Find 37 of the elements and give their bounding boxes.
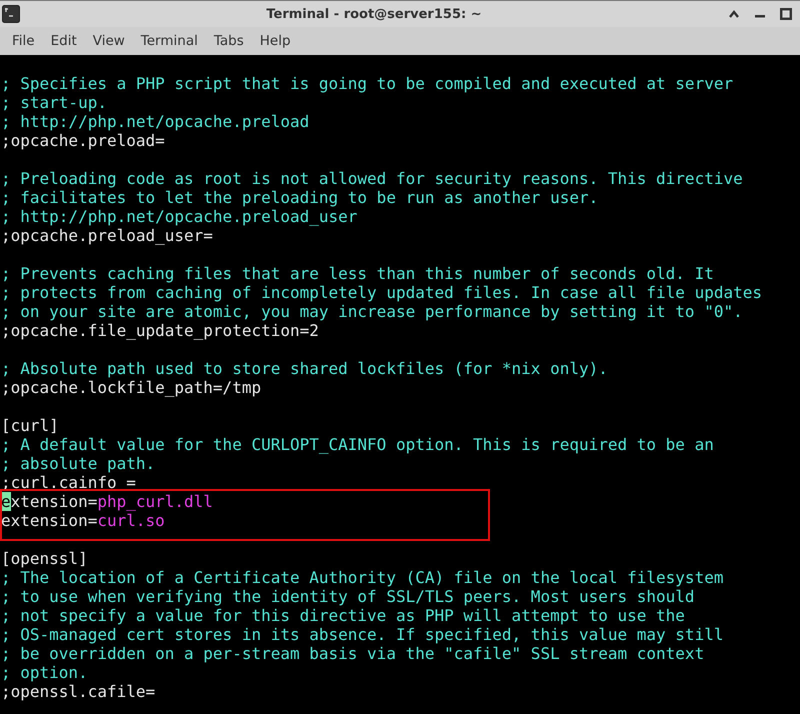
- code-line: ; start-up.: [0, 93, 108, 112]
- code-line: extension=curl.so: [0, 511, 166, 530]
- window-title: Terminal - root@server155: ~: [265, 6, 483, 22]
- code-line: ;opcache.preload_user=: [0, 226, 214, 245]
- code-line: ; on your site are atomic, you may increase performance by setting it to "0".: [0, 302, 744, 321]
- maximize-icon[interactable]: [780, 8, 792, 20]
- collapse-icon[interactable]: [728, 10, 740, 18]
- code-line: [openssl]: [0, 549, 89, 568]
- code-line: ; http://php.net/opcache.preload: [0, 112, 310, 131]
- code-line: extension=php_curl.dll: [0, 492, 214, 511]
- code-line: ; http://php.net/opcache.preload_user: [0, 207, 358, 226]
- code-line: ;opcache.lockfile_path=/tmp: [0, 378, 262, 397]
- code-line: ; protects from caching of incompletely updated files. In case all file updates: [0, 283, 763, 302]
- code-line: ;opcache.preload=: [0, 131, 166, 150]
- menu-item[interactable]: Terminal: [132, 31, 206, 51]
- code-line: ; The location of a Certificate Authority (CA) file on the local filesystem: [0, 568, 724, 587]
- menu-item[interactable]: Edit: [42, 31, 85, 51]
- code-line: ; be overridden on a per-stream basis via the "cafile" SSL stream context: [0, 644, 706, 663]
- code-line: ; Preloading code as root is not allowed for security reasons. This directive: [0, 169, 744, 188]
- menu-item[interactable]: View: [84, 31, 133, 51]
- code-line: ; Absolute path used to store shared lockfiles (for *nix only).: [0, 359, 609, 378]
- code-line: ; option.: [0, 663, 89, 682]
- code-line: ;curl.cainfo =: [0, 473, 137, 492]
- menu-item[interactable]: Help: [252, 31, 299, 51]
- code-line: ; not specify a value for this directive as PHP will attempt to use the: [0, 606, 686, 625]
- menu-item[interactable]: File: [4, 31, 43, 51]
- code-line: ;openssl.cafile=: [0, 682, 156, 701]
- code-line: ; facilitates to let the preloading to be run as another user.: [0, 188, 600, 207]
- code-line: ; to use when verifying the identity of SSL/TLS peers. Most users should: [0, 587, 696, 606]
- code-line: ; A default value for the CURLOPT_CAINFO option. This is required to be an: [0, 435, 715, 454]
- code-line: ; Specifies a PHP script that is going to be compiled and executed at server: [0, 74, 734, 93]
- code-line: ; OS-managed cert stores in its absence. If specified, this value may still: [0, 625, 724, 644]
- code-line: ; absolute path.: [0, 454, 156, 473]
- code-line: ;opcache.file_update_protection=2: [0, 321, 320, 340]
- code-line: ; Prevents caching files that are less than this number of seconds old. It: [0, 264, 715, 283]
- code-line: [curl]: [0, 416, 60, 435]
- menu-item[interactable]: Tabs: [206, 31, 252, 51]
